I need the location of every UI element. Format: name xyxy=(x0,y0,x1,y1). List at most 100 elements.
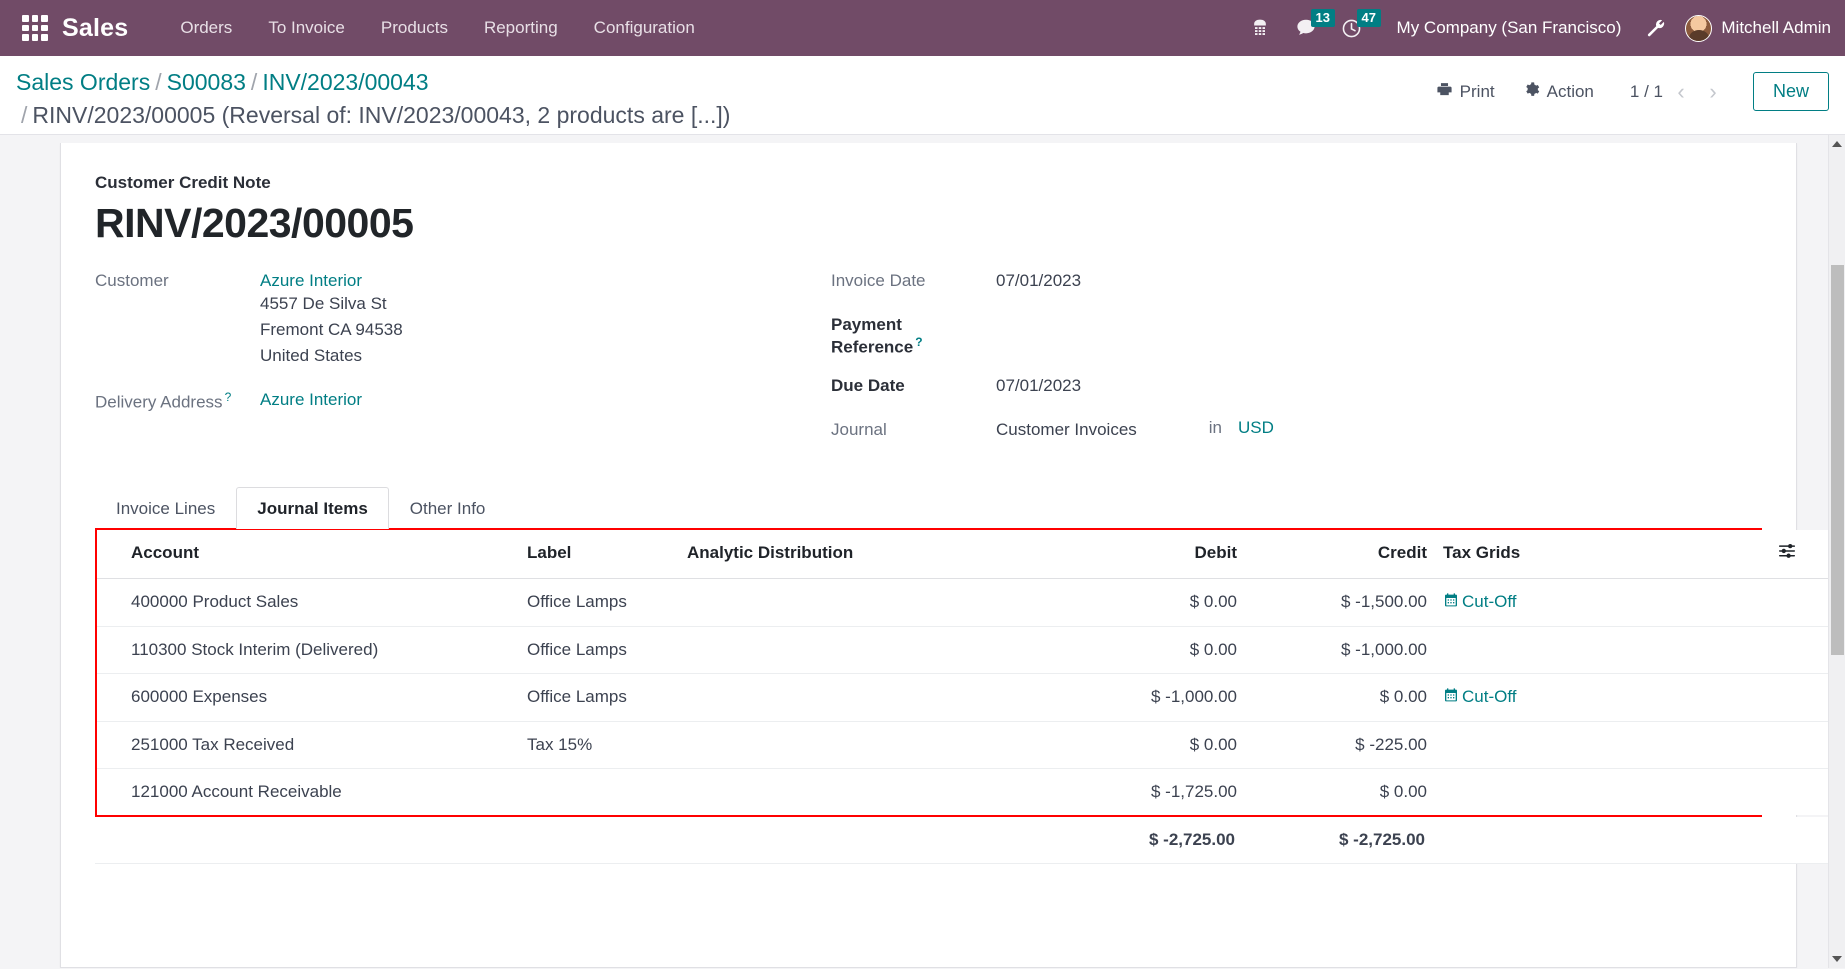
cell-debit[interactable]: $ 0.00 xyxy=(1037,578,1247,626)
settings-sliders-icon xyxy=(1777,544,1797,563)
cell-debit[interactable]: $ -1,725.00 xyxy=(1037,768,1247,815)
cell-label[interactable] xyxy=(517,768,677,815)
cell-label[interactable]: Office Lamps xyxy=(517,578,677,626)
developer-tools-icon[interactable] xyxy=(1635,17,1677,39)
field-invoice-date: Invoice Date 07/01/2023 xyxy=(831,269,1762,297)
column-header-analytic-distribution[interactable]: Analytic Distribution xyxy=(677,530,1037,579)
tab-journal-items[interactable]: Journal Items xyxy=(236,487,389,529)
vertical-scrollbar[interactable] xyxy=(1828,135,1845,968)
currency-value[interactable]: USD xyxy=(1238,418,1274,438)
scroll-down-arrow-icon[interactable] xyxy=(1832,956,1842,962)
journal-value[interactable]: Customer Invoices xyxy=(996,418,1137,440)
invoice-date-value[interactable]: 07/01/2023 xyxy=(996,269,1081,291)
due-date-value[interactable]: 07/01/2023 xyxy=(996,374,1081,396)
cell-analytic[interactable] xyxy=(677,721,1037,768)
currency-in-label: in xyxy=(1209,418,1222,438)
cell-account[interactable]: 251000 Tax Received xyxy=(97,721,517,768)
print-label: Print xyxy=(1460,82,1495,102)
tab-other-info[interactable]: Other Info xyxy=(389,487,507,529)
column-header-credit[interactable]: Credit xyxy=(1247,530,1437,579)
payment-reference-help-icon[interactable]: ? xyxy=(915,335,922,349)
cell-account[interactable]: 400000 Product Sales xyxy=(97,578,517,626)
cell-tax-grid[interactable] xyxy=(1437,768,1767,815)
print-button[interactable]: Print xyxy=(1422,75,1509,109)
cell-debit[interactable]: $ 0.00 xyxy=(1037,721,1247,768)
cell-label[interactable]: Tax 15% xyxy=(517,721,677,768)
app-brand-sales[interactable]: Sales xyxy=(62,14,128,43)
breadcrumb-item-s00083[interactable]: S00083 xyxy=(167,69,246,95)
cell-credit[interactable]: $ 0.00 xyxy=(1247,673,1437,721)
delivery-address-label: Delivery Address? xyxy=(95,388,260,413)
table-row[interactable]: 110300 Stock Interim (Delivered) Office … xyxy=(97,626,1845,673)
menu-item-to-invoice[interactable]: To Invoice xyxy=(250,12,363,44)
column-header-tax-grids[interactable]: Tax Grids xyxy=(1437,530,1767,579)
messages-icon[interactable]: 13 xyxy=(1283,0,1329,56)
cell-analytic[interactable] xyxy=(677,578,1037,626)
cell-analytic[interactable] xyxy=(677,768,1037,815)
tax-grid-tag[interactable]: Cut-Off xyxy=(1443,687,1516,708)
table-row[interactable]: 121000 Account Receivable $ -1,725.00 $ … xyxy=(97,768,1845,815)
tab-invoice-lines[interactable]: Invoice Lines xyxy=(95,487,236,529)
journal-items-header: Account Label Analytic Distribution Debi… xyxy=(97,530,1845,579)
cell-tax-grid[interactable]: Cut-Off xyxy=(1437,578,1767,626)
calendar-icon xyxy=(1443,592,1459,613)
scrollbar-thumb[interactable] xyxy=(1831,265,1844,655)
apps-menu-icon[interactable] xyxy=(22,15,48,41)
breadcrumb-current-record: RINV/2023/00005 (Reversal of: INV/2023/0… xyxy=(32,102,730,128)
new-button[interactable]: New xyxy=(1753,72,1829,111)
cell-credit[interactable]: $ -225.00 xyxy=(1247,721,1437,768)
column-header-account[interactable]: Account xyxy=(97,530,517,579)
voip-phone-icon[interactable] xyxy=(1237,0,1283,56)
action-label: Action xyxy=(1547,82,1594,102)
cell-analytic[interactable] xyxy=(677,626,1037,673)
cell-debit[interactable]: $ 0.00 xyxy=(1037,626,1247,673)
gear-icon xyxy=(1523,81,1540,103)
cell-account[interactable]: 110300 Stock Interim (Delivered) xyxy=(97,626,517,673)
action-button[interactable]: Action xyxy=(1509,75,1608,109)
form-fields-row: Customer Azure Interior 4557 De Silva St… xyxy=(95,269,1762,453)
user-menu[interactable]: Mitchell Admin xyxy=(1677,15,1831,42)
table-row[interactable]: 600000 Expenses Office Lamps $ -1,000.00… xyxy=(97,673,1845,721)
menu-item-products[interactable]: Products xyxy=(363,12,466,44)
cell-credit[interactable]: $ 0.00 xyxy=(1247,768,1437,815)
menu-item-configuration[interactable]: Configuration xyxy=(576,12,713,44)
user-name-label: Mitchell Admin xyxy=(1721,18,1831,38)
cell-credit[interactable]: $ -1,500.00 xyxy=(1247,578,1437,626)
table-header-row: Account Label Analytic Distribution Debi… xyxy=(97,530,1845,579)
due-date-label: Due Date xyxy=(831,374,996,396)
delivery-address-value[interactable]: Azure Interior xyxy=(260,388,362,410)
cell-analytic[interactable] xyxy=(677,673,1037,721)
breadcrumb: Sales Orders/S00083/INV/2023/00043/RINV/… xyxy=(16,66,1096,131)
pager-next-icon[interactable]: › xyxy=(1699,78,1727,106)
menu-item-orders[interactable]: Orders xyxy=(162,12,250,44)
company-switcher[interactable]: My Company (San Francisco) xyxy=(1375,18,1636,38)
tax-grid-tag[interactable]: Cut-Off xyxy=(1443,592,1516,613)
breadcrumb-item-inv[interactable]: INV/2023/00043 xyxy=(262,69,428,95)
customer-label: Customer xyxy=(95,269,260,291)
pager-previous-icon[interactable]: ‹ xyxy=(1667,78,1695,106)
table-row[interactable]: 251000 Tax Received Tax 15% $ 0.00 $ -22… xyxy=(97,721,1845,768)
form-workspace: Customer Credit Note RINV/2023/00005 Cus… xyxy=(0,135,1845,968)
breadcrumb-item-sales-orders[interactable]: Sales Orders xyxy=(16,69,150,95)
activities-clock-icon[interactable]: 47 xyxy=(1329,0,1375,56)
sheet-wrapper: Customer Credit Note RINV/2023/00005 Cus… xyxy=(0,135,1845,968)
totals-spacer-account xyxy=(95,817,515,864)
customer-name[interactable]: Azure Interior xyxy=(260,269,403,291)
journal-items-table: Account Label Analytic Distribution Debi… xyxy=(97,530,1845,815)
cell-tax-grid[interactable] xyxy=(1437,721,1767,768)
cell-credit[interactable]: $ -1,000.00 xyxy=(1247,626,1437,673)
cell-tax-grid[interactable]: Cut-Off xyxy=(1437,673,1767,721)
scroll-up-arrow-icon[interactable] xyxy=(1832,141,1842,147)
journal-items-body: 400000 Product Sales Office Lamps $ 0.00… xyxy=(97,578,1845,815)
menu-item-reporting[interactable]: Reporting xyxy=(466,12,576,44)
table-row[interactable]: 400000 Product Sales Office Lamps $ 0.00… xyxy=(97,578,1845,626)
column-header-label[interactable]: Label xyxy=(517,530,677,579)
column-header-debit[interactable]: Debit xyxy=(1037,530,1247,579)
delivery-address-help-icon[interactable]: ? xyxy=(225,390,232,404)
cell-account[interactable]: 600000 Expenses xyxy=(97,673,517,721)
cell-debit[interactable]: $ -1,000.00 xyxy=(1037,673,1247,721)
cell-account[interactable]: 121000 Account Receivable xyxy=(97,768,517,815)
cell-tax-grid[interactable] xyxy=(1437,626,1767,673)
cell-label[interactable]: Office Lamps xyxy=(517,626,677,673)
cell-label[interactable]: Office Lamps xyxy=(517,673,677,721)
